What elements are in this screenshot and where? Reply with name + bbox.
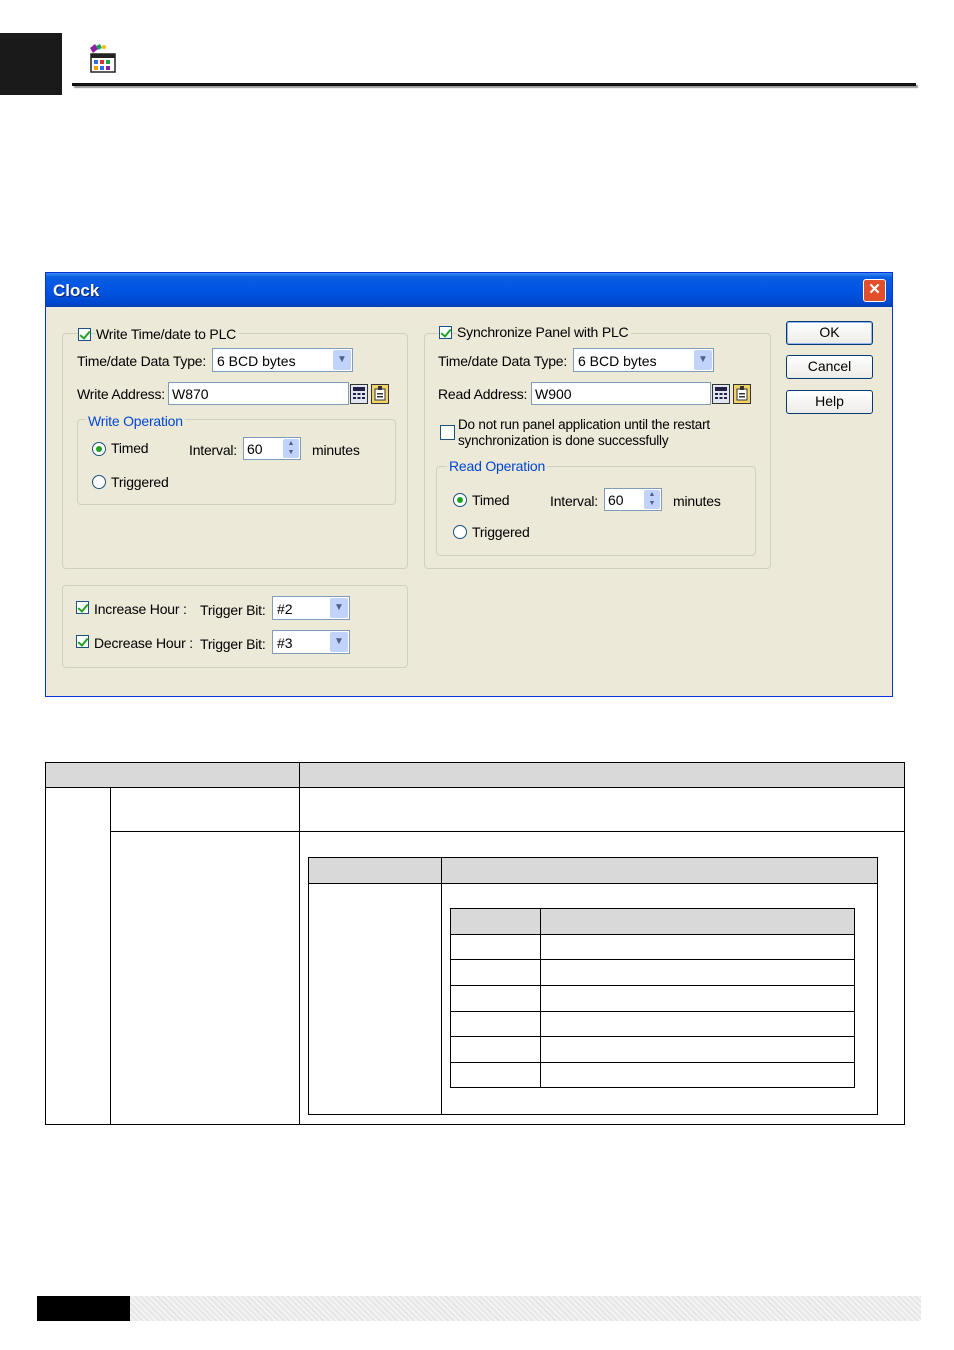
table-divider — [450, 934, 855, 935]
write-triggered-radio[interactable] — [92, 475, 106, 489]
table-divider — [441, 857, 442, 1115]
decrease-hour-label: Decrease Hour : — [94, 635, 193, 651]
help-button[interactable]: Help — [786, 390, 873, 414]
cancel-button[interactable]: Cancel — [786, 355, 873, 379]
clock-dialog: Clock ✕ Write Time/date to PLC Time/date… — [45, 272, 893, 697]
footer-page-block — [37, 1296, 130, 1321]
table-divider — [450, 1062, 855, 1063]
table-divider — [110, 787, 111, 1125]
write-address-value: W870 — [172, 386, 209, 402]
table-divider — [450, 959, 855, 960]
write-triggered-label: Triggered — [111, 474, 169, 490]
table-divider — [540, 908, 541, 1088]
table-divider — [299, 762, 300, 1125]
read-interval-input[interactable]: 60 ▲ ▼ — [604, 488, 662, 511]
write-data-type-label: Time/date Data Type: — [77, 353, 207, 369]
read-triggered-label: Triggered — [472, 524, 530, 540]
write-address-label: Write Address: — [77, 386, 165, 402]
write-data-type-value: 6 BCD bytes — [217, 353, 296, 369]
write-time-checkbox[interactable] — [78, 328, 91, 341]
sync-data-type-label: Time/date Data Type: — [438, 353, 568, 369]
read-timed-radio[interactable] — [453, 493, 467, 507]
table-divider — [308, 883, 878, 884]
close-icon: ✕ — [868, 281, 881, 298]
read-interval-value: 60 — [608, 492, 624, 508]
write-interval-value: 60 — [247, 441, 263, 457]
read-interval-label: Interval: — [550, 493, 598, 509]
write-timed-label: Timed — [111, 440, 149, 456]
increase-trigger-label: Trigger Bit: — [200, 602, 266, 618]
calculator-icon[interactable] — [712, 384, 730, 404]
dialog-body: Write Time/date to PLC Time/date Data Ty… — [49, 307, 889, 694]
header-rule — [72, 83, 916, 86]
write-address-input[interactable]: W870 — [168, 382, 349, 405]
close-button[interactable]: ✕ — [863, 279, 886, 302]
ok-button[interactable]: OK — [786, 321, 873, 345]
decrease-hour-checkbox[interactable] — [76, 635, 89, 648]
chevron-down-icon: ▼ — [333, 350, 351, 370]
chevron-down-icon: ▼ — [694, 350, 712, 370]
write-minutes-label: minutes — [312, 442, 360, 458]
no-run-until-sync-checkbox[interactable] — [440, 425, 455, 440]
decrease-trigger-label: Trigger Bit: — [200, 636, 266, 652]
increase-hour-checkbox[interactable] — [76, 601, 89, 614]
table-divider — [450, 1036, 855, 1037]
table-divider — [450, 1011, 855, 1012]
read-address-input[interactable]: W900 — [531, 382, 711, 405]
dialog-title: Clock — [53, 281, 100, 300]
write-data-type-select[interactable]: 6 BCD bytes ▼ — [212, 348, 353, 372]
table-divider — [45, 787, 905, 788]
spinner-arrows-icon[interactable]: ▲ ▼ — [644, 490, 660, 509]
hour-adjust-group — [62, 585, 408, 668]
sync-data-type-value: 6 BCD bytes — [578, 353, 657, 369]
read-triggered-radio[interactable] — [453, 525, 467, 539]
read-operation-group — [436, 466, 756, 556]
tag-browse-icon[interactable] — [733, 384, 751, 404]
sync-panel-checkbox[interactable] — [439, 326, 452, 339]
chevron-down-icon: ▼ — [330, 598, 348, 618]
increase-hour-label: Increase Hour : — [94, 601, 187, 617]
increase-trigger-select[interactable]: #2 ▼ — [272, 596, 350, 620]
increase-trigger-value: #2 — [277, 601, 293, 617]
spinner-arrows-icon[interactable]: ▲ ▼ — [283, 439, 299, 458]
write-interval-input[interactable]: 60 ▲ ▼ — [243, 437, 301, 460]
read-operation-label: Read Operation — [447, 458, 548, 474]
read-timed-label: Timed — [472, 492, 510, 508]
dialog-titlebar[interactable]: Clock ✕ — [46, 273, 892, 307]
clock-settings-icon — [88, 44, 118, 74]
tag-browse-icon[interactable] — [371, 384, 389, 404]
chapter-tab-block — [0, 33, 62, 95]
sync-data-type-select[interactable]: 6 BCD bytes ▼ — [573, 348, 714, 372]
calculator-icon[interactable] — [350, 384, 368, 404]
read-address-value: W900 — [535, 386, 572, 402]
inner-table-frame — [450, 908, 855, 1088]
write-timed-radio[interactable] — [92, 442, 106, 456]
write-operation-label: Write Operation — [86, 413, 185, 429]
decrease-trigger-value: #3 — [277, 635, 293, 651]
chevron-down-icon: ▼ — [330, 632, 348, 652]
read-address-label: Read Address: — [438, 386, 528, 402]
no-run-label-line1: Do not run panel application until the r… — [458, 417, 710, 432]
decrease-trigger-select[interactable]: #3 ▼ — [272, 630, 350, 654]
table-divider — [110, 831, 905, 832]
write-operation-group — [77, 419, 396, 505]
write-interval-label: Interval: — [189, 442, 237, 458]
no-run-label-line2: synchronization is done successfully — [458, 433, 669, 448]
sync-panel-label: Synchronize Panel with PLC — [457, 324, 632, 340]
table-divider — [450, 985, 855, 986]
write-time-label: Write Time/date to PLC — [96, 326, 240, 342]
footer-bar — [130, 1296, 921, 1321]
read-minutes-label: minutes — [673, 493, 721, 509]
